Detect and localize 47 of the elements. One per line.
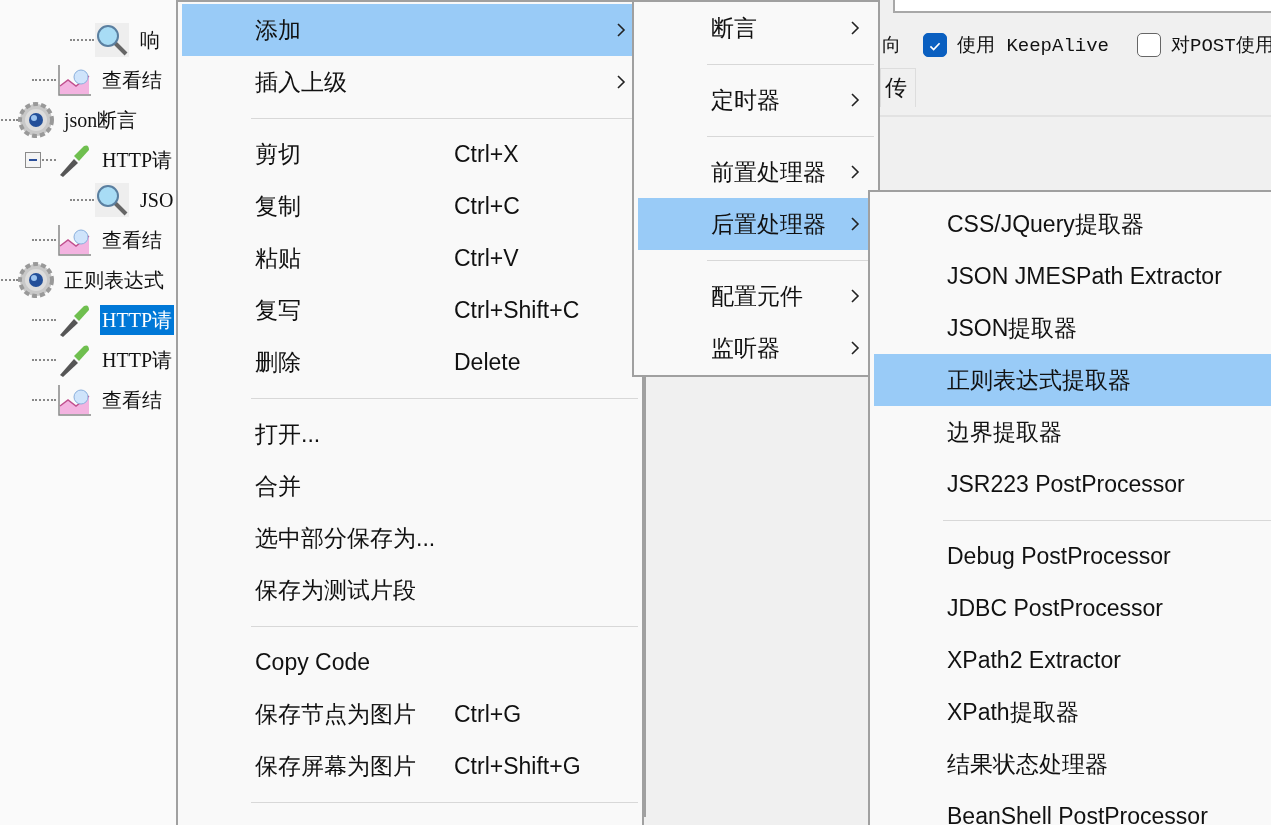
- menu-item[interactable]: Copy Code: [182, 636, 638, 688]
- checkbox[interactable]: [1137, 33, 1162, 57]
- menu-item[interactable]: 保存节点为图片 Ctrl+G: [182, 688, 638, 740]
- menu-item[interactable]: 保存屏幕为图片 Ctrl+Shift+G: [182, 740, 638, 792]
- menu-item[interactable]: BeanShell PostProcessor: [874, 790, 1271, 825]
- checkbox[interactable]: [923, 33, 947, 57]
- checkbox-option[interactable]: 使用 KeepAlive: [923, 32, 1110, 58]
- magnifier-icon: [94, 182, 130, 218]
- tree-item[interactable]: HTTP请: [100, 305, 174, 335]
- menu-item[interactable]: Debug PostProcessor: [874, 530, 1271, 582]
- menu-item[interactable]: JSON提取器: [874, 302, 1271, 354]
- collapse-toggle[interactable]: [25, 152, 41, 168]
- menu-item[interactable]: 插入上级: [182, 56, 638, 108]
- text-field[interactable]: [893, 0, 1271, 13]
- menu-item[interactable]: 边界提取器: [874, 406, 1271, 458]
- tree-item[interactable]: 查看结: [100, 385, 164, 415]
- menu-item[interactable]: 正则表达式提取器: [874, 354, 1271, 406]
- tree-item[interactable]: 正则表达式: [62, 265, 166, 295]
- magnifier-icon: [94, 22, 130, 58]
- menu-item[interactable]: 打开...: [182, 408, 638, 460]
- chart-icon: [56, 62, 92, 98]
- checkbox-option[interactable]: 对POST使用: [1137, 32, 1271, 58]
- tree-item[interactable]: JSO: [138, 185, 176, 215]
- tree-item[interactable]: HTTP请: [100, 145, 174, 175]
- menu-item[interactable]: 前置处理器: [638, 146, 874, 198]
- tree-item[interactable]: HTTP请: [100, 345, 174, 375]
- option-label: 向: [882, 34, 901, 58]
- menu-item[interactable]: CSS/JQuery提取器: [874, 198, 1271, 250]
- tree-item[interactable]: 查看结: [100, 65, 164, 95]
- menu-item[interactable]: XPath2 Extractor: [874, 634, 1271, 686]
- gear-icon: [18, 102, 54, 138]
- tree-item[interactable]: 响: [138, 25, 162, 55]
- menu-item[interactable]: 保存为测试片段: [182, 564, 638, 616]
- chart-icon: [56, 382, 92, 418]
- chart-icon: [56, 222, 92, 258]
- tree-item[interactable]: json断言: [62, 105, 140, 135]
- menu-item[interactable]: 断言: [638, 2, 874, 54]
- menu-item[interactable]: JSR223 PostProcessor: [874, 458, 1271, 510]
- tree-item[interactable]: 查看结: [100, 225, 164, 255]
- menu-item[interactable]: 合并: [182, 460, 638, 512]
- menu-item[interactable]: 结果状态处理器: [874, 738, 1271, 790]
- menu-item[interactable]: 定时器: [638, 74, 874, 126]
- menu-item[interactable]: 选中部分保存为...: [182, 512, 638, 564]
- gear-icon: [18, 262, 54, 298]
- menu-item[interactable]: XPath提取器: [874, 686, 1271, 738]
- menu-item[interactable]: JDBC PostProcessor: [874, 582, 1271, 634]
- menu-item[interactable]: JSON JMESPath Extractor: [874, 250, 1271, 302]
